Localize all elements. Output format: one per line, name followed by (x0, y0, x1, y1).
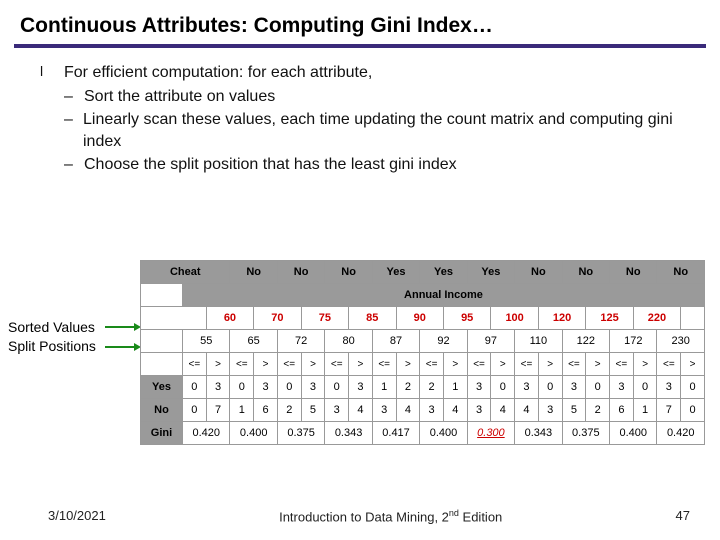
title-rule (14, 44, 706, 48)
gini-table: CheatNoNoNoYesYesYesNoNoNoNoAnnual Incom… (140, 260, 704, 445)
split-positions-label: Split Positions (8, 337, 96, 356)
bullet-l2-text: Choose the split position that has the l… (84, 154, 457, 176)
arrow-icon (105, 326, 135, 328)
bullet-l2-text: Linearly scan these values, each time up… (83, 109, 684, 152)
sorted-values-label: Sorted Values (8, 318, 96, 337)
bullet-list: l For efficient computation: for each at… (0, 62, 720, 176)
footer-book: Introduction to Data Mining, 2nd Edition (106, 508, 676, 524)
bullet-l1-text: For efficient computation: for each attr… (64, 62, 372, 84)
side-labels: Sorted Values Split Positions (8, 318, 96, 356)
footer-date: 3/10/2021 (48, 508, 106, 524)
bullet-l2-icon: – (64, 86, 84, 108)
footer-page: 47 (676, 508, 690, 524)
bullet-l2-icon: – (64, 154, 84, 176)
bullet-l2-text: Sort the attribute on values (84, 86, 275, 108)
bullet-l2-icon: – (64, 109, 83, 152)
bullet-l1-icon: l (40, 62, 64, 84)
footer: 3/10/2021 Introduction to Data Mining, 2… (0, 508, 720, 524)
arrow-icon (105, 346, 135, 348)
page-title: Continuous Attributes: Computing Gini In… (0, 0, 720, 44)
